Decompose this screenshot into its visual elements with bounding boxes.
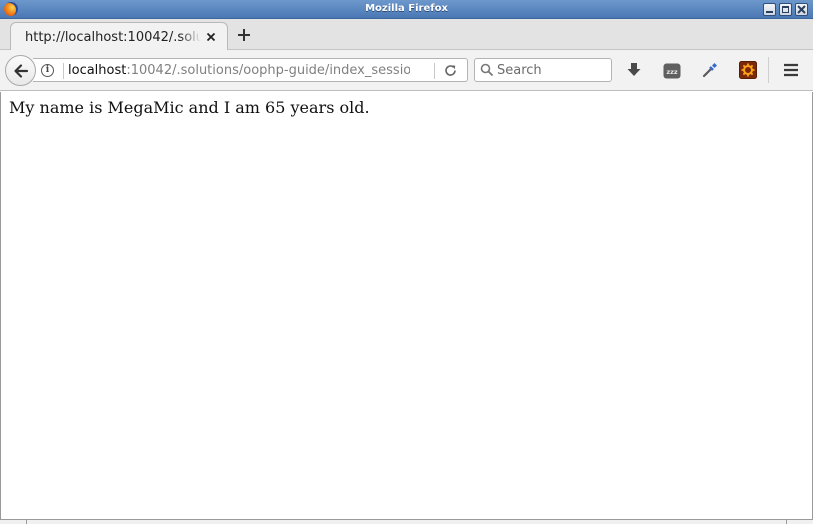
tab-active[interactable]: http://localhost:10042/.solutions/oophp-… (10, 22, 228, 51)
page-body-text: My name is MegaMic and I am 65 years old… (9, 98, 370, 117)
download-icon[interactable] (625, 61, 643, 79)
url-host: localhost (68, 63, 127, 78)
window-title: Mozilla Firefox (365, 3, 448, 14)
svg-text:zzz: zzz (666, 68, 678, 76)
info-icon[interactable]: i (41, 64, 54, 77)
tab-title: http://localhost:10042/.solutions/oophp-… (25, 30, 201, 45)
hamburger-menu-icon[interactable] (782, 61, 800, 79)
close-icon (797, 5, 806, 14)
tab-strip: http://localhost:10042/.solutions/oophp-… (0, 19, 813, 51)
minimize-window-button[interactable] (763, 3, 776, 16)
window-bottom-edge (0, 519, 813, 524)
search-input[interactable] (497, 61, 607, 79)
url-divider-right (434, 63, 435, 79)
url-text[interactable]: localhost:10042/.solutions/oophp-guide/i… (68, 63, 410, 78)
extension-gear-icon[interactable] (739, 61, 757, 79)
close-tab-icon[interactable] (206, 32, 216, 42)
url-divider (63, 63, 64, 79)
close-window-button[interactable] (795, 3, 808, 16)
navigation-toolbar: i localhost:10042/.solutions/oophp-guide… (0, 50, 813, 91)
back-arrow-icon (14, 64, 29, 78)
toolbar-divider (768, 57, 769, 83)
maximize-window-button[interactable] (779, 3, 792, 16)
url-path: :10042/.solutions/oophp-guide/index_sess… (126, 63, 410, 78)
reload-icon[interactable] (443, 63, 458, 78)
window-title-bar: Mozilla Firefox (0, 0, 813, 19)
search-box[interactable] (474, 58, 612, 82)
sleep-tabs-icon[interactable]: zzz (663, 62, 681, 80)
page-content: My name is MegaMic and I am 65 years old… (0, 92, 813, 520)
back-button[interactable] (5, 55, 36, 86)
url-bar[interactable]: i localhost:10042/.solutions/oophp-guide… (33, 58, 468, 82)
eyedropper-icon[interactable] (701, 61, 719, 79)
search-icon (480, 63, 494, 77)
new-tab-button[interactable] (236, 27, 252, 43)
